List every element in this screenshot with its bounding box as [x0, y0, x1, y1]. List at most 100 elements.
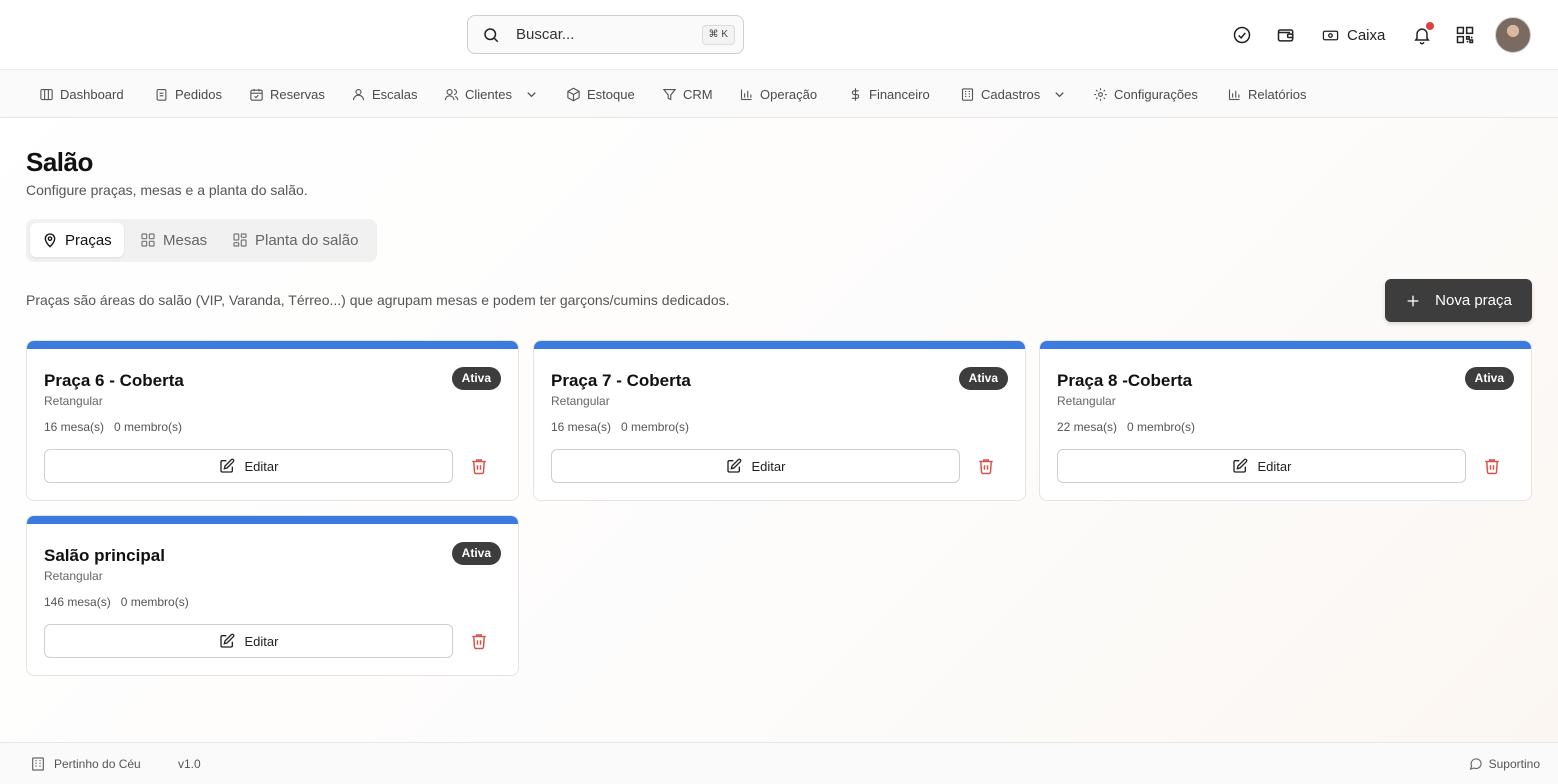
status-badge: Ativa	[451, 542, 501, 565]
map-pin-icon	[44, 233, 56, 248]
info-text: Praças são áreas do salão (VIP, Varanda,…	[26, 292, 730, 308]
trash-icon[interactable]	[470, 632, 488, 650]
edit-button[interactable]: Editar	[44, 449, 453, 483]
search-input[interactable]: Buscar...	[516, 26, 574, 43]
card-member-count: 0 membro(s)	[621, 420, 690, 434]
nav-item-reservas[interactable]: Reservas	[249, 85, 325, 103]
edit-icon	[726, 458, 741, 473]
trash-icon[interactable]	[470, 457, 488, 475]
notification-dot	[1426, 22, 1434, 30]
chevron-down-icon	[527, 91, 536, 97]
nav-label: Dashboard	[60, 86, 124, 102]
nova-praca-button[interactable]: Nova praça	[1385, 279, 1532, 322]
edit-icon	[219, 458, 234, 473]
nav-label: Clientes	[465, 86, 512, 102]
grid-icon	[141, 233, 155, 247]
card-shape: Retangular	[1057, 394, 1116, 408]
tab-pracas[interactable]: Praças	[30, 223, 124, 257]
building-icon	[32, 757, 44, 771]
qr-code-icon[interactable]	[1455, 25, 1475, 45]
plus-icon	[1407, 295, 1419, 306]
nav-label: Configurações	[1114, 86, 1198, 102]
edit-label: Editar	[1257, 458, 1292, 474]
support-link[interactable]: Suportino	[1468, 756, 1540, 771]
card-accent-bar	[27, 516, 518, 524]
card-shape: Retangular	[551, 394, 610, 408]
version-label: v1.0	[178, 757, 201, 771]
nav-item-cadastros[interactable]: Cadastros	[960, 85, 1067, 103]
edit-button[interactable]: Editar	[1057, 449, 1466, 483]
card-table-count: 146 mesa(s)	[44, 595, 111, 609]
card-accent-bar	[1040, 341, 1531, 349]
card-table-count: 22 mesa(s)	[1057, 420, 1118, 434]
nav-item-configuracoes[interactable]: Configurações	[1093, 85, 1198, 103]
card-table-count: 16 mesa(s)	[44, 420, 105, 434]
status-badge: Ativa	[451, 367, 501, 390]
card-shape: Retangular	[44, 394, 103, 408]
search-box[interactable]: Buscar... ⌘ K	[467, 15, 744, 54]
nav-item-dashboard[interactable]: Dashboard	[39, 85, 124, 103]
edit-icon	[1232, 458, 1247, 473]
nav-item-relatorios[interactable]: Relatórios	[1227, 85, 1307, 103]
footer-restaurant: Pertinho do Céu	[30, 756, 141, 772]
dollar-icon	[851, 87, 860, 101]
nav-item-clientes[interactable]: Clientes	[444, 85, 539, 103]
chevron-down-icon	[1055, 91, 1064, 97]
edit-label: Editar	[244, 458, 279, 474]
avatar[interactable]	[1495, 17, 1531, 53]
card-title: Salão principal	[44, 546, 165, 565]
nav-label: Operação	[760, 86, 818, 102]
card-title: Praça 6 - Coberta	[44, 371, 184, 390]
praca-card: Praça 6 - Coberta Retangular 16 mesa(s) …	[26, 340, 519, 501]
tab-planta-do-salao[interactable]: Planta do salão	[220, 223, 370, 257]
caixa-button[interactable]: Caixa	[1322, 24, 1385, 46]
nav-item-financeiro[interactable]: Financeiro	[848, 85, 930, 103]
tab-label: Praças	[65, 231, 112, 249]
page-subtitle: Configure praças, mesas e a planta do sa…	[26, 182, 308, 198]
card-meta: 16 mesa(s) 0 membro(s)	[551, 420, 689, 434]
trash-icon[interactable]	[1483, 457, 1501, 475]
praca-card: Praça 8 -Coberta Retangular 22 mesa(s) 0…	[1039, 340, 1532, 501]
card-meta: 22 mesa(s) 0 membro(s)	[1057, 420, 1195, 434]
edit-button[interactable]: Editar	[551, 449, 960, 483]
nav-label: Pedidos	[175, 86, 222, 102]
check-circle-icon[interactable]	[1232, 25, 1252, 45]
status-badge: Ativa	[1464, 367, 1514, 390]
card-meta: 146 mesa(s) 0 membro(s)	[44, 595, 189, 609]
card-accent-bar	[27, 341, 518, 349]
clipboard-icon	[156, 88, 167, 101]
edit-label: Editar	[751, 458, 786, 474]
nav-label: Relatórios	[1248, 86, 1307, 102]
edit-button[interactable]: Editar	[44, 624, 453, 658]
nav-item-estoque[interactable]: Estoque	[566, 85, 635, 103]
cash-icon	[1322, 30, 1339, 40]
status-badge: Ativa	[958, 367, 1008, 390]
nav-label: Reservas	[270, 86, 325, 102]
footer: Pertinho do Céu v1.0 Suportino	[0, 742, 1558, 784]
nav-item-escalas[interactable]: Escalas	[351, 85, 418, 103]
funnel-icon	[662, 88, 677, 100]
page-title: Salão	[26, 147, 93, 177]
support-label: Suportino	[1488, 756, 1540, 771]
bar-chart-icon	[1228, 89, 1240, 100]
wallet-icon[interactable]	[1276, 25, 1296, 45]
tab-label: Planta do salão	[255, 231, 359, 249]
grid-icon	[233, 233, 247, 247]
nav-item-operacao[interactable]: Operação	[739, 85, 817, 103]
nav-label: Cadastros	[981, 86, 1041, 102]
nav-label: Estoque	[587, 86, 635, 102]
nav-item-crm[interactable]: CRM	[662, 85, 713, 103]
tab-mesas[interactable]: Mesas	[128, 223, 219, 257]
trash-icon[interactable]	[977, 457, 995, 475]
nav-item-pedidos[interactable]: Pedidos	[154, 85, 222, 103]
package-icon	[567, 87, 580, 101]
chat-bubble-icon	[1469, 758, 1482, 771]
building-icon	[961, 87, 974, 101]
card-accent-bar	[534, 341, 1025, 349]
card-title: Praça 8 -Coberta	[1057, 371, 1193, 390]
users-icon	[444, 88, 459, 100]
card-member-count: 0 membro(s)	[120, 595, 189, 609]
calendar-check-icon	[250, 88, 263, 101]
restaurant-name: Pertinho do Céu	[54, 757, 141, 771]
user-icon	[352, 88, 365, 100]
